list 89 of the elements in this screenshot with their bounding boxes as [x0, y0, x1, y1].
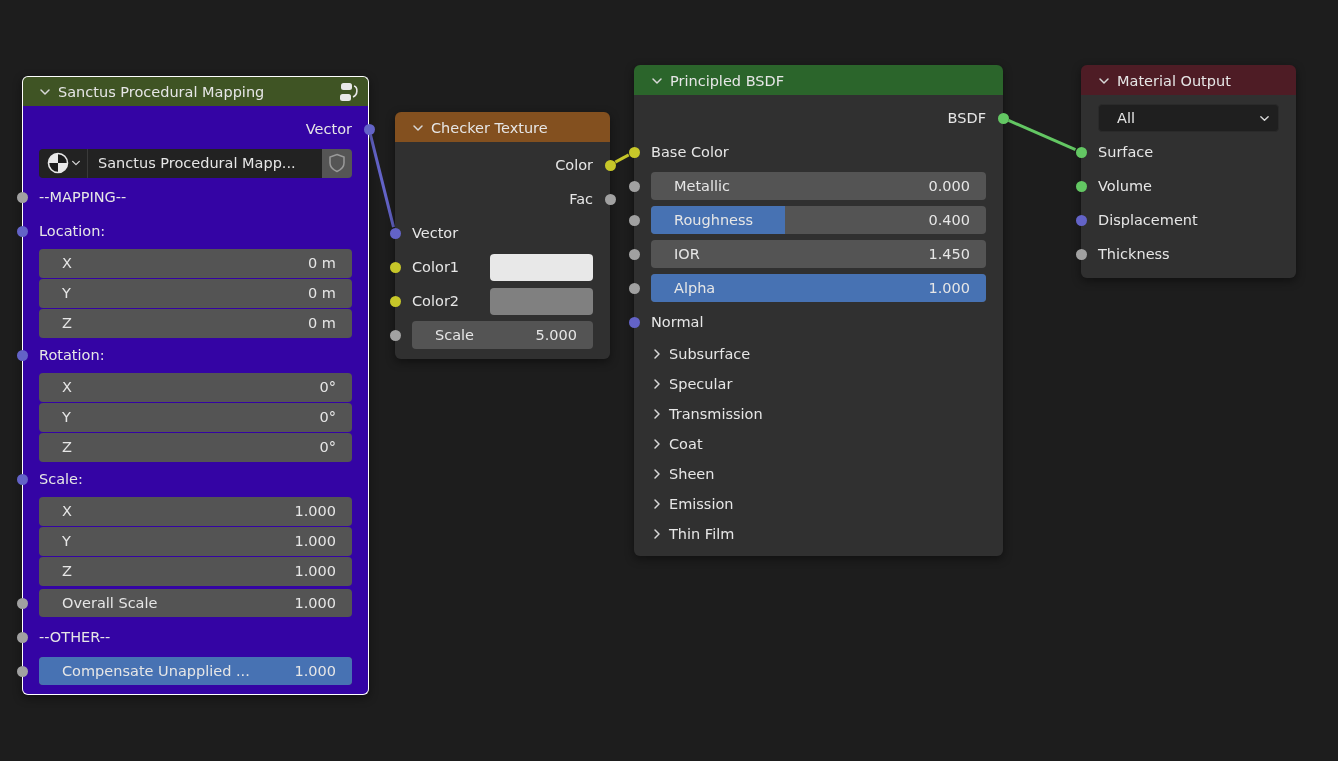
color-swatch[interactable] [490, 287, 593, 315]
socket-label: Color1 [412, 259, 460, 275]
value-field[interactable]: Z 0° [39, 432, 352, 462]
socket-label: Normal [651, 314, 704, 330]
chevron-right-icon [651, 438, 663, 450]
datablock-name-field[interactable]: Sanctus Procedural Mapp... [88, 148, 322, 178]
node-group-icon [338, 80, 360, 103]
section-label: Location: [39, 223, 106, 239]
socket-label: Color [555, 157, 593, 173]
panel-toggle[interactable]: Coat [651, 431, 703, 457]
socket[interactable] [389, 261, 401, 273]
panel-toggle[interactable]: Specular [651, 371, 733, 397]
node-title: Checker Texture [431, 119, 549, 136]
socket-label: Color2 [412, 293, 460, 309]
socket[interactable] [16, 597, 28, 609]
node-header[interactable]: Checker Texture [395, 112, 610, 142]
node-body[interactable]: BSDF Base Color Metallic 0.000 Roughness 0.400 IOR 1.450 Alpha 1.000 Normal Subsurface Specular Transmission Coat Sheen Emission Thin Film [634, 95, 1003, 556]
node-link [614, 153, 630, 164]
section-label: --OTHER-- [39, 629, 111, 645]
value-field[interactable]: Z 1.000 [39, 556, 352, 586]
value-field[interactable]: X 1.000 [39, 496, 352, 526]
panel-toggle[interactable]: Emission [651, 491, 734, 517]
section-label: Rotation: [39, 347, 105, 363]
node-title: Principled BSDF [670, 72, 786, 89]
value-field[interactable]: IOR 1.450 [651, 240, 986, 268]
node-header[interactable]: Principled BSDF [634, 65, 1003, 95]
socket[interactable] [1075, 146, 1087, 158]
node-title: Material Output [1117, 72, 1232, 89]
node-body[interactable]: Vector Sanctus Procedural Mapp... --MAPPING-- Location: X 0 m Y 0 m Z 0 m Rotation: X 0° Y 0° Z 0° Scale: X 1.000 Y 1.000 Z 1.000 Overall Scale 1.000 --OTHER-- Compensate Unapplied ... 1.000 [22, 106, 369, 695]
socket[interactable] [628, 214, 640, 226]
value-field[interactable]: Compensate Unapplied ... 1.000 [39, 657, 352, 685]
socket-label: Surface [1098, 144, 1154, 160]
value-field[interactable]: Z 0 m [39, 308, 352, 338]
browse-button[interactable] [39, 148, 88, 178]
chevron-right-icon [651, 528, 663, 540]
value-field[interactable]: X 0° [39, 372, 352, 402]
socket[interactable] [389, 295, 401, 307]
color-swatch[interactable] [490, 253, 593, 281]
socket-label: BSDF [947, 110, 986, 126]
chevron-right-icon [651, 408, 663, 420]
socket[interactable] [16, 631, 28, 643]
section-label: Scale: [39, 471, 83, 487]
socket[interactable] [604, 193, 616, 205]
socket[interactable] [628, 248, 640, 260]
socket[interactable] [16, 665, 28, 677]
node-body[interactable]: All Surface Volume Displacement Thickness [1081, 95, 1296, 278]
value-field[interactable]: Y 0 m [39, 278, 352, 308]
chevron-right-icon [651, 498, 663, 510]
panel-toggle[interactable]: Thin Film [651, 521, 735, 547]
socket[interactable] [16, 191, 28, 203]
mode-dropdown[interactable]: All [1098, 104, 1279, 132]
panel-toggle[interactable]: Sheen [651, 461, 715, 487]
socket-label: Thickness [1098, 246, 1170, 262]
socket[interactable] [628, 180, 640, 192]
section-label: --MAPPING-- [39, 189, 127, 205]
socket-label: Vector [305, 121, 352, 137]
value-field[interactable]: Y 1.000 [39, 526, 352, 556]
socket[interactable] [1075, 180, 1087, 192]
chevron-right-icon [651, 468, 663, 480]
socket[interactable] [389, 329, 401, 341]
node-title: Sanctus Procedural Mapping [58, 83, 266, 100]
socket-label: Vector [412, 225, 459, 241]
value-field[interactable]: Alpha 1.000 [651, 274, 986, 302]
value-field[interactable]: Y 0° [39, 402, 352, 432]
socket[interactable] [628, 282, 640, 294]
socket[interactable] [1075, 248, 1087, 260]
node-header[interactable]: Sanctus Procedural Mapping [22, 76, 369, 106]
socket-label: Base Color [651, 144, 729, 160]
node-body[interactable]: Color Fac Vector Color1 Color2 Scale 5.000 [395, 142, 610, 359]
socket-label: Fac [569, 191, 593, 207]
sphere-icon [47, 152, 69, 174]
value-field[interactable]: Metallic 0.000 [651, 172, 986, 200]
value-field[interactable]: X 0 m [39, 248, 352, 278]
socket-label: Volume [1098, 178, 1152, 194]
panel-toggle[interactable]: Transmission [651, 401, 763, 427]
fake-user-button[interactable] [322, 148, 352, 178]
chevron-right-icon [651, 378, 663, 390]
value-field[interactable]: Scale 5.000 [412, 321, 593, 349]
socket[interactable] [604, 159, 616, 171]
value-field[interactable]: Roughness 0.400 [651, 206, 986, 234]
socket[interactable] [997, 112, 1009, 124]
shield-icon [328, 153, 346, 173]
caret-icon [71, 158, 81, 168]
node-header[interactable]: Material Output [1081, 65, 1296, 95]
value-field[interactable]: Overall Scale 1.000 [39, 589, 352, 617]
socket[interactable] [628, 146, 640, 158]
socket-label: Displacement [1098, 212, 1198, 228]
chevron-right-icon [651, 348, 663, 360]
panel-toggle[interactable]: Subsurface [651, 341, 751, 367]
